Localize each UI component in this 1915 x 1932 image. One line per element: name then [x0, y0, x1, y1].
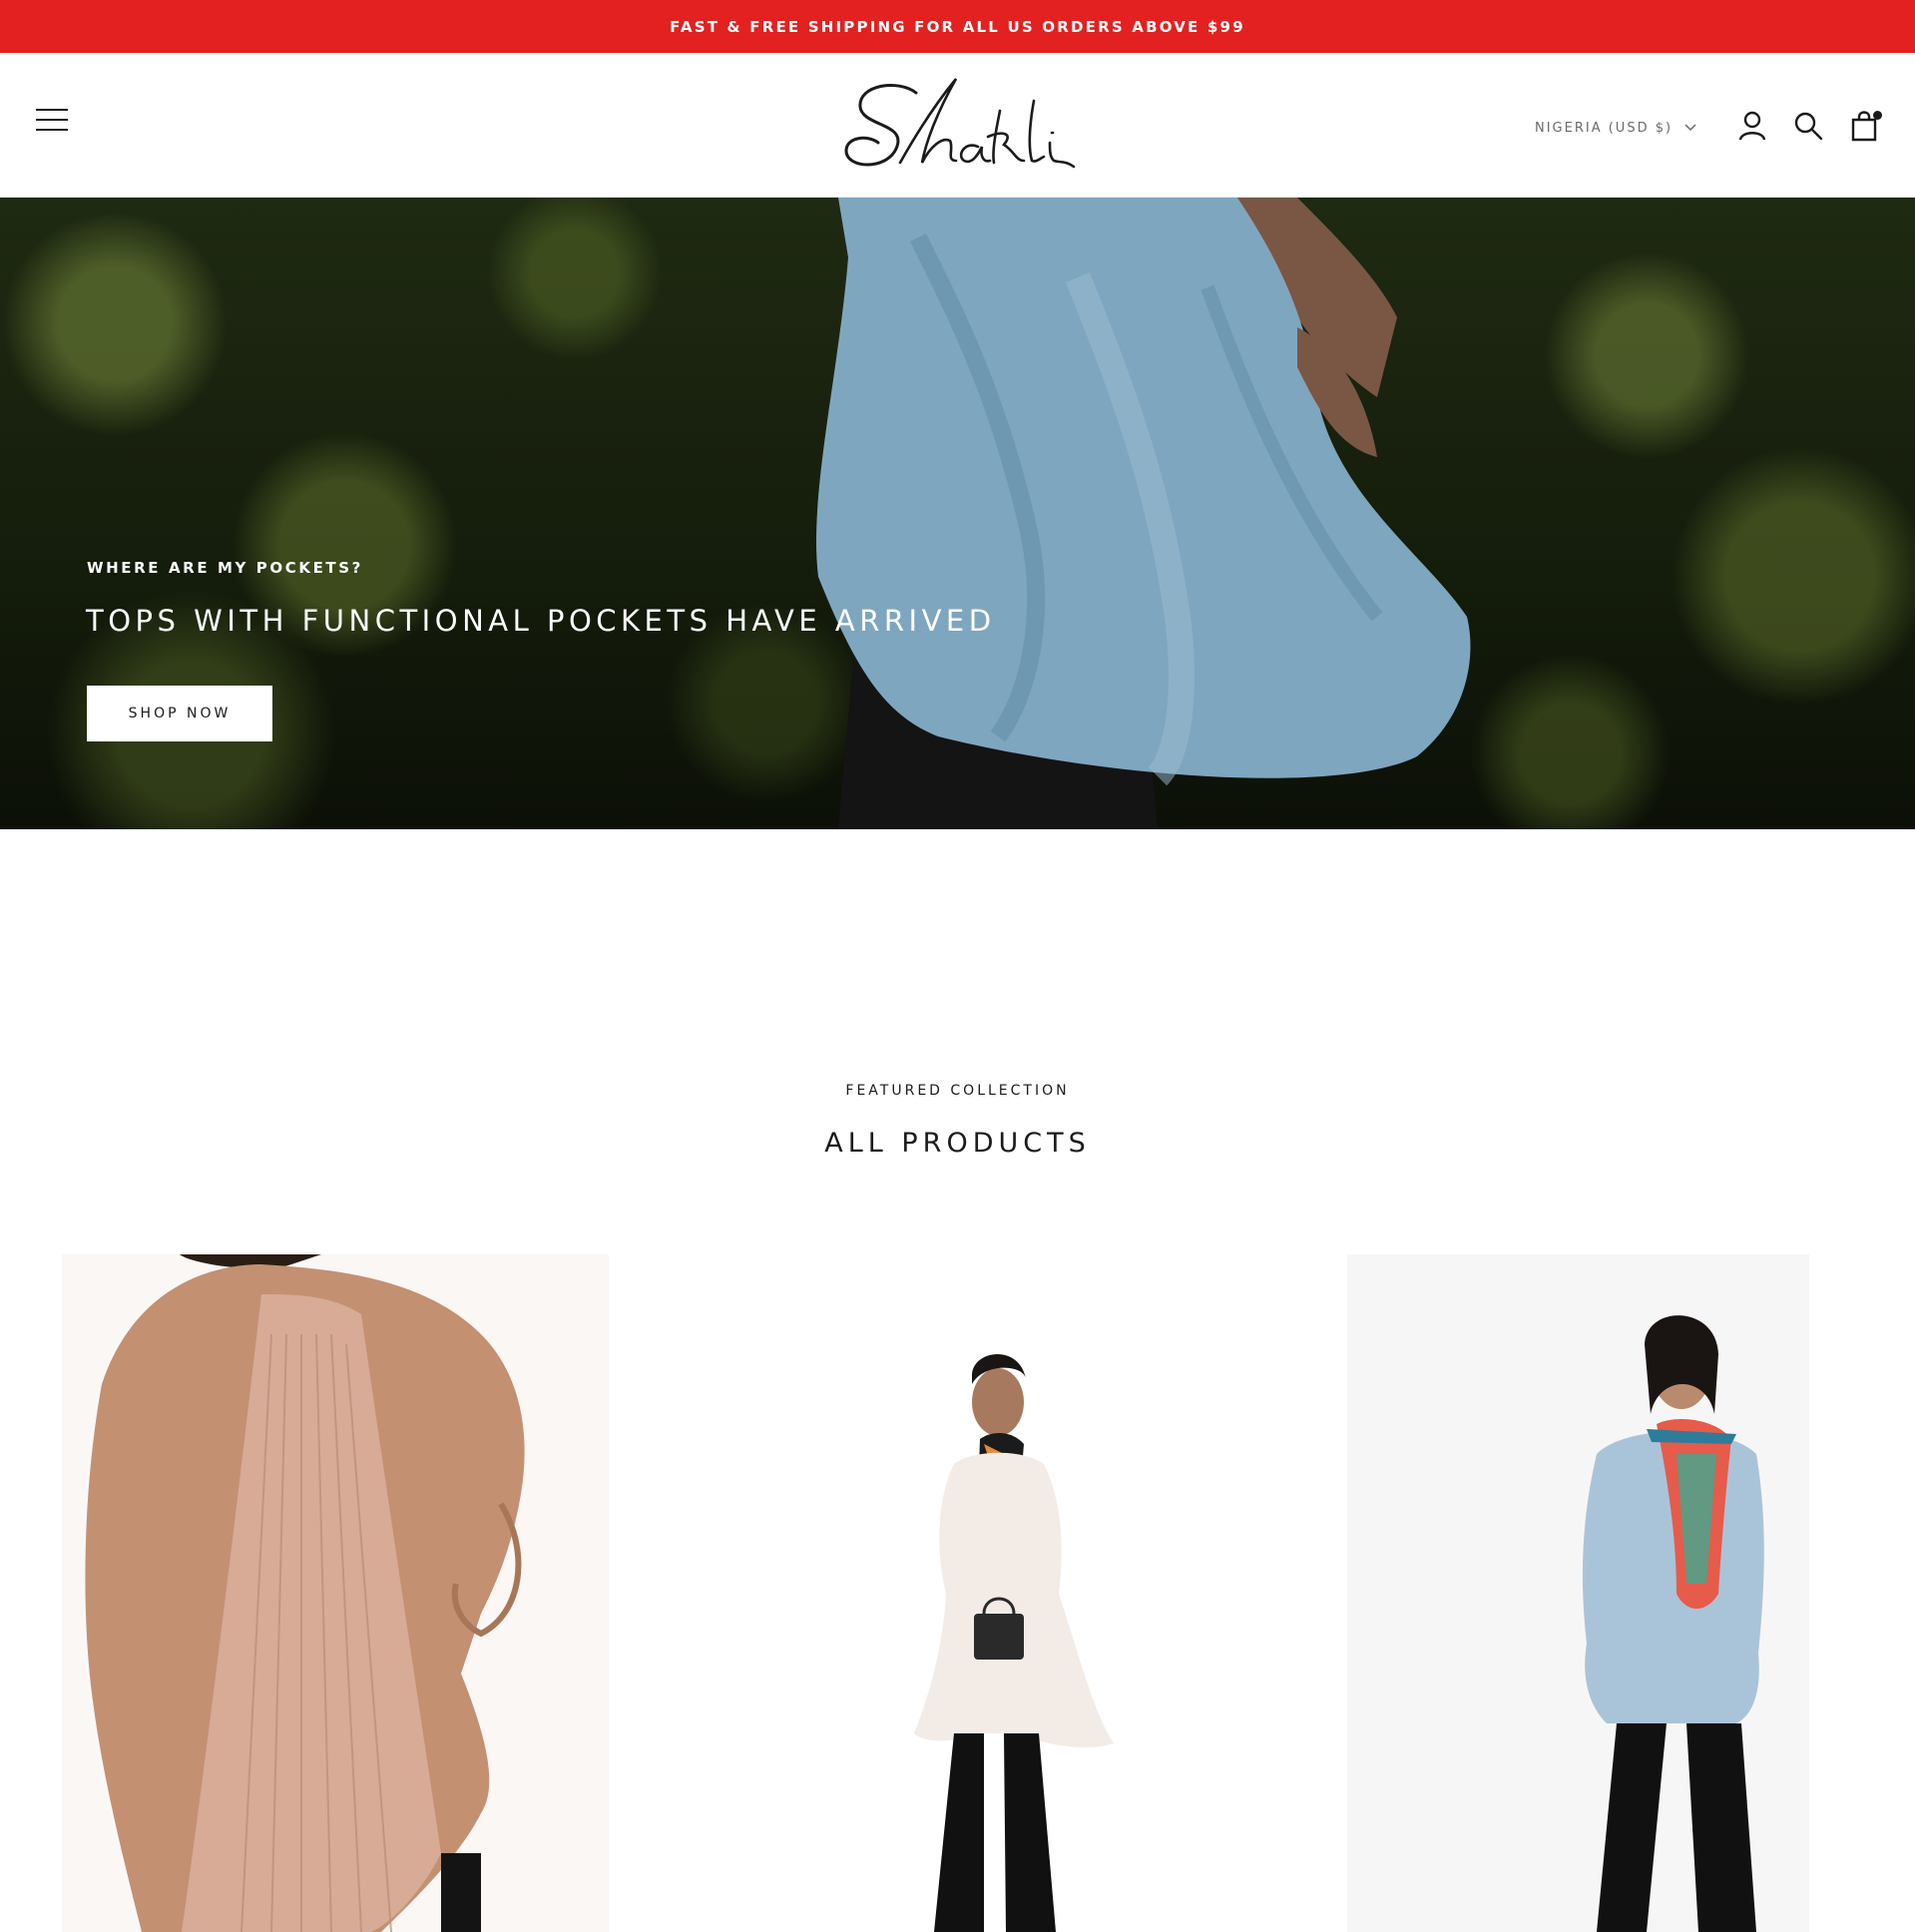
hero-image — [815, 198, 1471, 829]
site-header: NIGERIA (USD $) — [0, 53, 1915, 198]
user-icon[interactable] — [1735, 109, 1769, 143]
product-image — [1347, 1254, 1809, 1932]
section-kicker: FEATURED COLLECTION — [845, 1083, 1070, 1099]
announcement-text: FAST & FREE SHIPPING FOR ALL US ORDERS A… — [670, 17, 1245, 36]
search-icon[interactable] — [1791, 109, 1825, 143]
shop-now-button[interactable]: SHOP NOW — [87, 686, 272, 741]
product-card-1[interactable] — [62, 1254, 609, 1932]
country-selector[interactable]: NIGERIA (USD $) — [1535, 117, 1696, 139]
product-card-2[interactable] — [685, 1254, 1231, 1932]
chevron-down-icon — [1684, 124, 1696, 132]
product-image — [62, 1254, 609, 1932]
announcement-bar: FAST & FREE SHIPPING FOR ALL US ORDERS A… — [0, 0, 1915, 53]
hero-title: TOPS WITH FUNCTIONAL POCKETS HAVE ARRIVE… — [86, 604, 996, 638]
logo-signature — [844, 78, 1076, 169]
logo[interactable] — [838, 71, 1078, 181]
product-card-3[interactable] — [1347, 1254, 1809, 1932]
menu-icon[interactable] — [36, 109, 68, 133]
cart-badge-dot — [1873, 111, 1882, 120]
hero-banner: WHERE ARE MY POCKETS? TOPS WITH FUNCTION… — [0, 198, 1915, 829]
section-title: ALL PRODUCTS — [824, 1128, 1091, 1159]
hero-kicker: WHERE ARE MY POCKETS? — [87, 559, 363, 577]
cart-icon[interactable] — [1848, 109, 1882, 143]
product-image — [685, 1254, 1231, 1932]
country-selector-label: NIGERIA (USD $) — [1535, 120, 1674, 136]
